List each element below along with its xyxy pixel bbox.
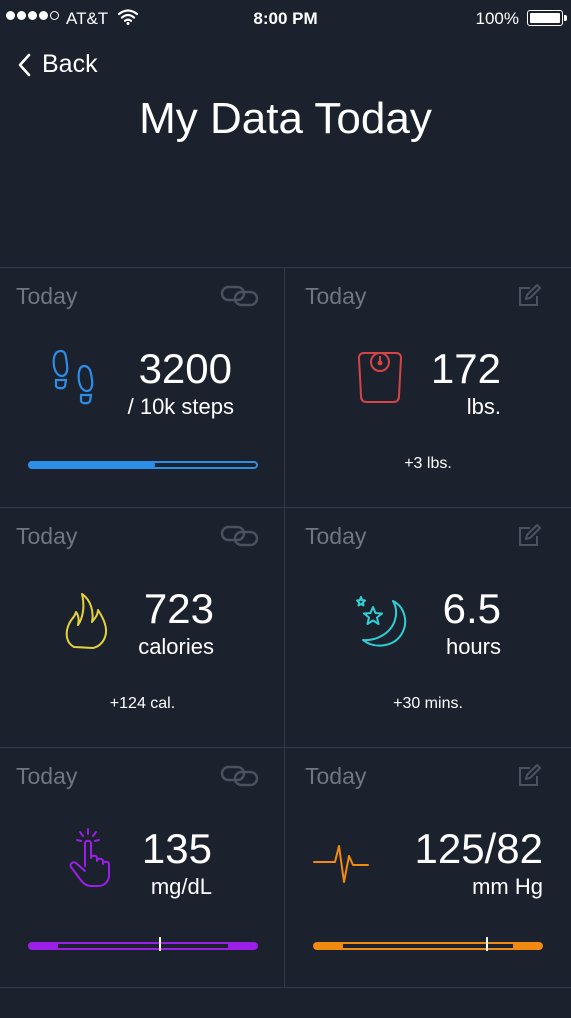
flame-icon: [65, 593, 108, 649]
glucose-range-bar: [28, 937, 258, 951]
edit-icon[interactable]: [517, 524, 543, 553]
card-header: Today: [305, 763, 367, 789]
calories-card[interactable]: Today 723 calories +124 cal.: [0, 508, 285, 748]
link-icon[interactable]: [220, 524, 260, 553]
edit-icon[interactable]: [517, 284, 543, 313]
blood-pressure-marker: [486, 937, 488, 951]
calories-value: 723: [143, 585, 214, 632]
battery-icon: [527, 10, 567, 26]
card-header: Today: [305, 283, 367, 309]
chevron-left-icon: [18, 53, 31, 76]
weight-unit: lbs.: [466, 394, 501, 419]
footsteps-icon: [52, 349, 94, 405]
steps-unit: / 10k steps: [127, 394, 234, 419]
glucose-unit: mg/dL: [150, 874, 212, 899]
glucose-card[interactable]: Today 135 mg/dL: [0, 748, 285, 988]
sleep-change: +30 mins.: [393, 695, 463, 712]
link-icon[interactable]: [220, 284, 260, 313]
blood-pressure-unit: mm Hg: [472, 874, 543, 899]
moon-star-icon: [356, 596, 407, 647]
card-header: Today: [16, 763, 78, 789]
card-header: Today: [16, 283, 78, 309]
blood-pressure-value: 125/82: [414, 825, 543, 872]
scale-icon: [357, 352, 403, 403]
page-title: My Data Today: [139, 94, 432, 143]
card-header: Today: [16, 523, 78, 549]
glucose-value: 135: [141, 825, 212, 872]
calories-unit: calories: [138, 634, 214, 659]
battery-percentage: 100%: [475, 9, 519, 28]
sleep-unit: hours: [445, 634, 501, 659]
edit-icon[interactable]: [517, 764, 543, 793]
metrics-grid: Today 3200 / 10k steps Today 172 lbs. +3…: [0, 267, 571, 992]
blood-pressure-card[interactable]: Today 125/82 mm Hg: [285, 748, 571, 988]
steps-progress-bar: [28, 461, 258, 469]
glucose-range-inner: [58, 944, 228, 948]
glucose-marker: [159, 937, 161, 951]
sleep-value: 6.5: [442, 585, 501, 632]
status-bar: AT&T 8:00 PM 100%: [0, 0, 571, 36]
link-icon[interactable]: [220, 764, 260, 793]
back-button[interactable]: Back: [18, 50, 98, 79]
weight-change: +3 lbs.: [404, 455, 452, 472]
sleep-card[interactable]: Today 6.5 hours +30 mins.: [285, 508, 571, 748]
steps-value: 3200: [138, 345, 232, 392]
weight-value: 172: [430, 345, 501, 392]
card-header: Today: [305, 523, 367, 549]
calories-change: +124 cal.: [109, 695, 176, 712]
back-label: Back: [42, 50, 98, 78]
steps-progress-fill: [28, 461, 155, 469]
heartbeat-icon: [313, 845, 369, 883]
finger-prick-icon: [69, 828, 110, 887]
blood-pressure-range-bar: [313, 937, 543, 951]
steps-card[interactable]: Today 3200 / 10k steps: [0, 268, 285, 508]
weight-card[interactable]: Today 172 lbs. +3 lbs.: [285, 268, 571, 508]
